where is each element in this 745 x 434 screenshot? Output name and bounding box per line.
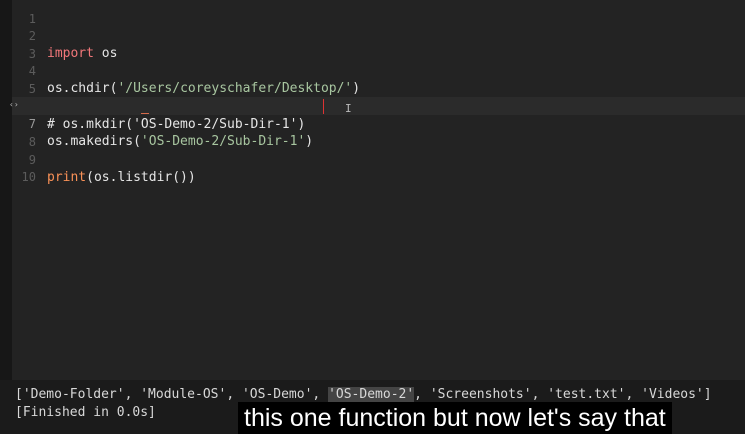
line-number: 10 — [21, 170, 36, 184]
code-editor[interactable]: 1 2 import os 3 4 os.chdir('/Users/corey… — [12, 0, 745, 380]
string-literal: '/Users/coreyschafer/Desktop/' — [117, 81, 353, 96]
fold-marker-icon: ‹› — [9, 100, 19, 109]
code-line-4[interactable]: 4 os.chdir('/Users/coreyschafer/Desktop/… — [12, 44, 360, 96]
code-line-9[interactable]: 9 print(os.listdir()) — [12, 133, 196, 185]
editor-window: 1 2 import os 3 4 os.chdir('/Users/corey… — [0, 0, 745, 434]
selected-text: 'OS-Demo-2' — [328, 387, 415, 402]
code-line-2[interactable]: 2 import os — [12, 9, 118, 61]
code-line-6[interactable]: 6 # os.mkdir('OS-Demo-2/Sub-Dir-1') — [12, 80, 306, 132]
code-text: os — [93, 46, 118, 61]
code-line-10[interactable]: 10 — [12, 150, 59, 184]
code-text: (os.listdir()) — [86, 170, 196, 185]
ibeam-cursor-icon: I — [345, 102, 352, 115]
bracket-match-underline — [141, 113, 149, 114]
text-cursor — [323, 99, 324, 114]
code-line-7-current[interactable]: 7 os.makedirs('OS-Demo-2/Sub-Dir-1') I — [12, 97, 745, 149]
output-finished-status: [Finished in 0.0s] — [15, 405, 156, 420]
code-line-3[interactable]: 3 — [12, 27, 59, 61]
code-text: os.makedirs( — [47, 134, 141, 149]
code-text: ) — [305, 134, 314, 149]
code-text: ) — [352, 81, 361, 96]
code-comment: # os.mkdir('OS-Demo-2/Sub-Dir-1') — [47, 117, 306, 132]
video-caption: this one function but now let's say that — [238, 402, 672, 434]
code-line-5[interactable]: 5 — [12, 62, 59, 96]
code-line-8[interactable]: 8 — [12, 115, 59, 149]
string-literal: 'OS-Demo-2/Sub-Dir-1' — [140, 134, 306, 149]
